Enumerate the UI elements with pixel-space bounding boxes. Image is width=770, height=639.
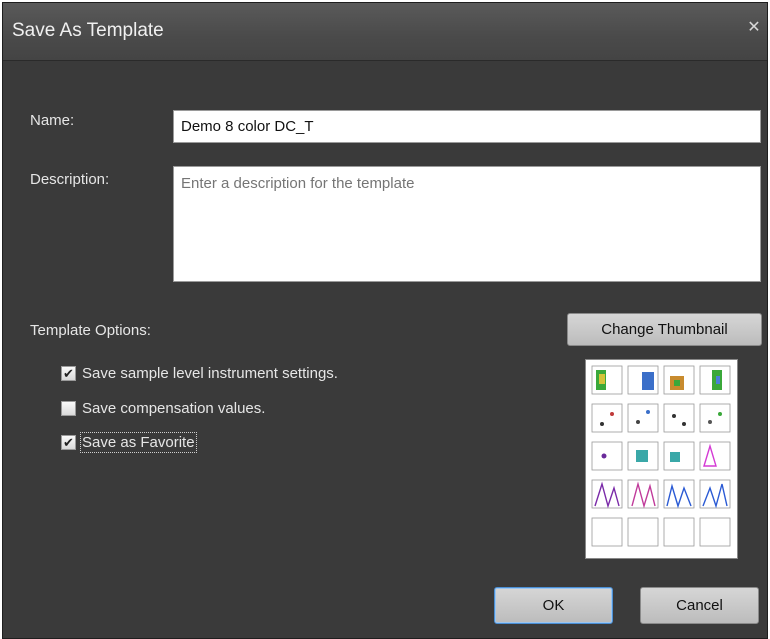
option-label: Save compensation values.: [82, 399, 266, 417]
close-icon[interactable]: ✕: [745, 19, 763, 37]
option-save-compensation-values[interactable]: Save compensation values.: [61, 398, 265, 418]
dialog-title: Save As Template: [12, 20, 164, 41]
description-textarea[interactable]: [173, 166, 761, 282]
option-save-as-favorite[interactable]: ✔ Save as Favorite: [61, 431, 197, 453]
name-input[interactable]: [173, 110, 761, 143]
dialog-titlebar[interactable]: Save As Template ✕: [3, 3, 767, 61]
option-label: Save sample level instrument settings.: [82, 364, 338, 382]
option-save-instrument-settings[interactable]: ✔ Save sample level instrument settings.: [61, 363, 338, 383]
name-label: Name:: [30, 112, 75, 129]
checkbox-compensation-values[interactable]: [61, 400, 76, 416]
template-options-label: Template Options:: [30, 322, 151, 339]
cancel-button[interactable]: Cancel: [640, 587, 759, 624]
template-thumbnail: [585, 359, 738, 559]
template-layout-thumbnail-icon: [591, 365, 731, 547]
save-as-template-dialog: Save As Template ✕ Name: Description: Te…: [2, 2, 768, 639]
checkbox-instrument-settings[interactable]: ✔: [61, 365, 76, 381]
checkbox-save-as-favorite[interactable]: ✔: [61, 434, 76, 450]
description-label: Description:: [30, 171, 110, 188]
change-thumbnail-button[interactable]: Change Thumbnail: [567, 313, 762, 346]
ok-button[interactable]: OK: [494, 587, 613, 624]
option-label: Save as Favorite: [80, 431, 197, 453]
